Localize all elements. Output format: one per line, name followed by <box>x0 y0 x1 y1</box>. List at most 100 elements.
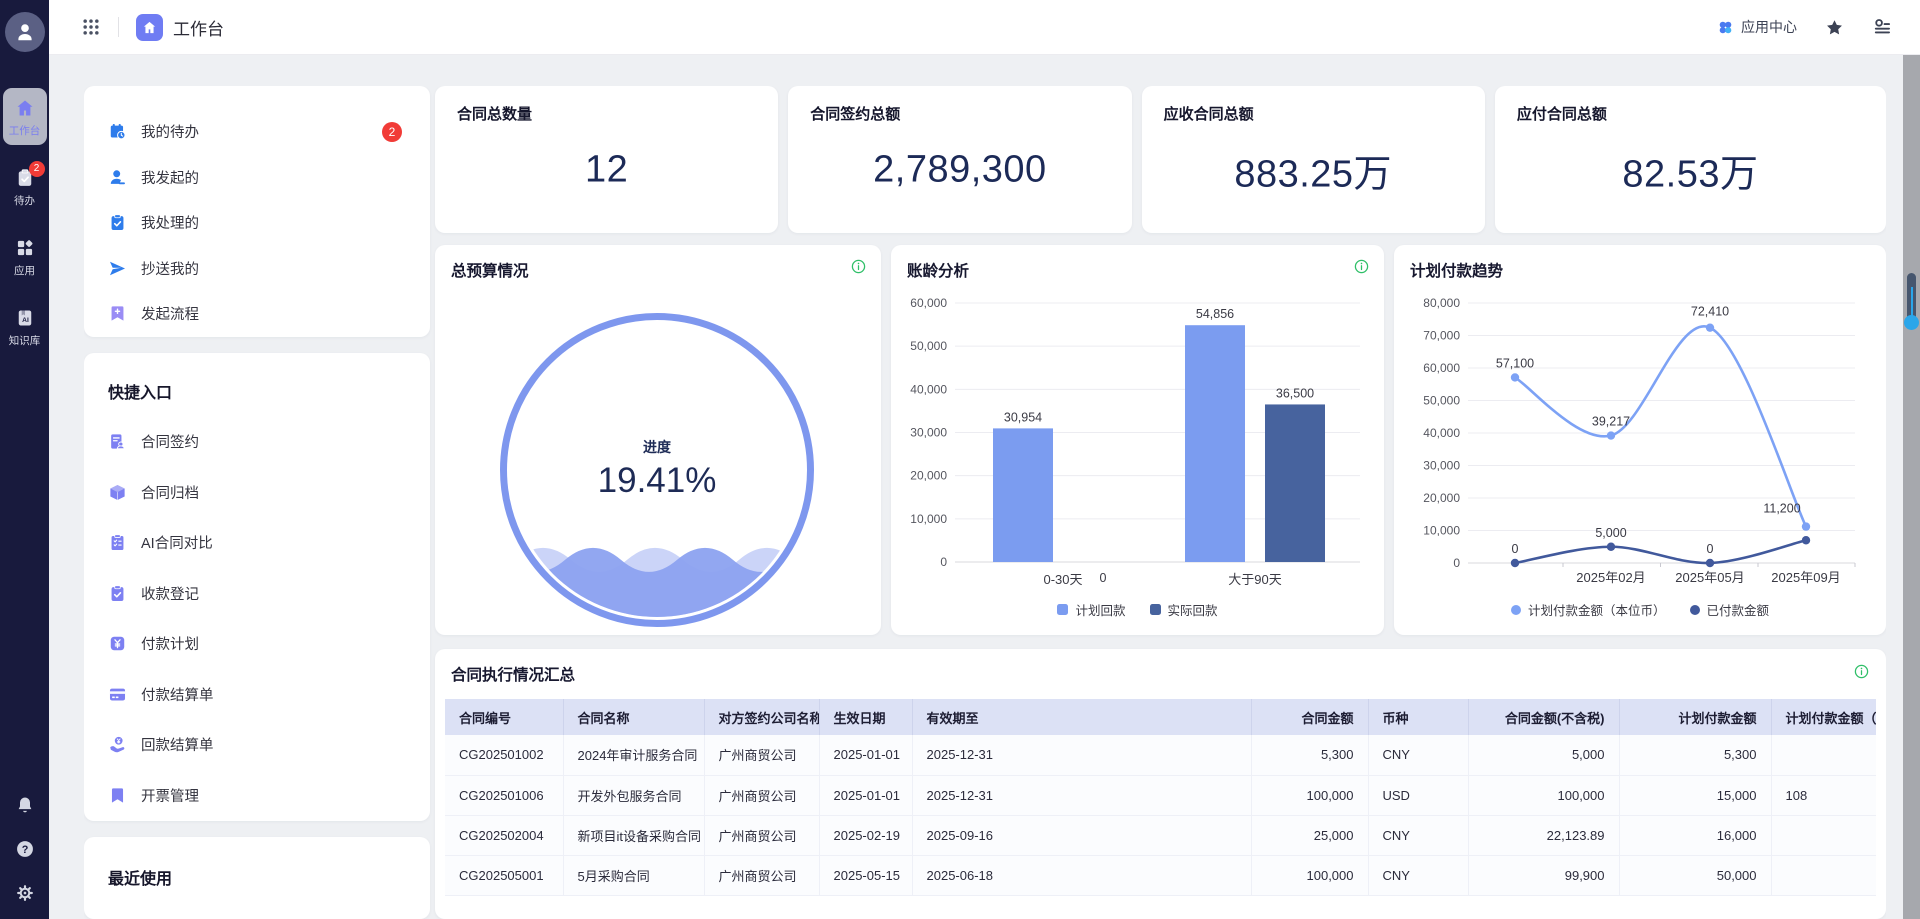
svg-text:50,000: 50,000 <box>1423 394 1460 408</box>
legend-item[interactable]: 已付款金额 <box>1690 600 1770 619</box>
menu-item-label: AI合同对比 <box>141 532 213 553</box>
rail-item-todo[interactable]: 2待办 <box>3 158 47 215</box>
svg-text:?: ? <box>21 844 28 856</box>
star-icon[interactable] <box>1825 18 1844 37</box>
table-cell: CG202501006 <box>445 775 563 815</box>
svg-text:0: 0 <box>1100 571 1107 585</box>
table-row[interactable]: CG202501006开发外包服务合同广州商贸公司2025-01-012025-… <box>445 775 1876 815</box>
gear-icon[interactable] <box>15 883 35 903</box>
table-cell: 广州商贸公司 <box>704 775 819 815</box>
table-row[interactable]: CG202502004新项目it设备采购合同广州商贸公司2025-02-1920… <box>445 815 1876 855</box>
column-header: 生效日期 <box>819 699 912 735</box>
table-cell: 广州商贸公司 <box>704 815 819 855</box>
table-cell: 5,300 <box>1619 735 1771 775</box>
table-cell: USD <box>1368 775 1468 815</box>
bookmark-plus-icon <box>108 304 127 323</box>
quick-entry-item[interactable]: 合同归档 <box>84 467 430 518</box>
app-center-button[interactable]: 应用中心 <box>1717 17 1797 37</box>
todo-menu-item[interactable]: 抄送我的 <box>84 246 430 292</box>
todo-menu-item[interactable]: 我的待办2 <box>84 109 430 155</box>
menu-item-label: 收款登记 <box>141 583 199 604</box>
page-scrollbar-thumb[interactable] <box>1903 273 1920 335</box>
table-cell: 广州商贸公司 <box>704 855 819 895</box>
stat-value: 883.25万 <box>1142 142 1485 197</box>
table-cell: CG202501002 <box>445 735 563 775</box>
table-cell: 25,000 <box>1251 815 1368 855</box>
column-header: 合同金额(不含税) <box>1468 699 1619 735</box>
clipboard-check-icon <box>108 213 127 232</box>
recent-title: 最近使用 <box>84 855 430 903</box>
quick-entry-item[interactable]: 付款结算单 <box>84 669 430 720</box>
table-cell: 22,123.89 <box>1468 815 1619 855</box>
rail-item-label: 工作台 <box>9 123 41 138</box>
table-cell: CNY <box>1368 735 1468 775</box>
bar-chart: 010,00020,00030,00040,00050,00060,0000-3… <box>907 285 1368 602</box>
todo-panel: 我的待办2 我发起的我处理的抄送我的发起流程 <box>84 86 430 337</box>
quick-entry-item[interactable]: AI合同对比 <box>84 518 430 569</box>
rail-item-knowledge[interactable]: AI知识库 <box>3 298 47 355</box>
charts-row: 总预算情况 进度19.41% 账龄分析 010,00020,00030,0004… <box>435 245 1886 635</box>
table-cell: 100,000 <box>1251 775 1368 815</box>
workspace-home-icon[interactable] <box>136 14 163 41</box>
column-header: 计划付款金额（本位币） <box>1771 699 1876 735</box>
info-icon[interactable] <box>850 258 867 275</box>
svg-text:0-30天: 0-30天 <box>1043 572 1082 587</box>
apps-launcher-icon[interactable] <box>81 17 101 37</box>
quick-entry-item[interactable]: 付款计划 <box>84 619 430 670</box>
info-icon[interactable] <box>1353 258 1370 275</box>
page-scrollbar-track[interactable] <box>1903 55 1920 919</box>
menu-item-label: 抄送我的 <box>141 258 199 279</box>
stat-value: 82.53万 <box>1495 142 1886 197</box>
svg-text:40,000: 40,000 <box>910 382 947 396</box>
table-cell: 99,900 <box>1468 855 1619 895</box>
legend-item[interactable]: 计划付款金额（本位币） <box>1511 600 1666 619</box>
left-column: 我的待办2我发起的我处理的抄送我的发起流程 快捷入口 合同签约合同归档AI合同对… <box>84 86 430 919</box>
legend-item[interactable]: 实际回款 <box>1150 600 1218 619</box>
info-icon[interactable] <box>1853 663 1870 680</box>
svg-text:11,200: 11,200 <box>1763 502 1800 516</box>
right-column: 合同总数量12合同签约总额2,789,300应收合同总额883.25万应付合同总… <box>435 86 1886 919</box>
apps-grid-icon <box>15 238 35 258</box>
table-cell: 5,300 <box>1251 735 1368 775</box>
column-header: 币种 <box>1368 699 1468 735</box>
rail-item-apps[interactable]: 应用 <box>3 228 47 285</box>
todo-menu-item[interactable]: 我处理的 <box>84 200 430 246</box>
quick-entry-item[interactable]: 开票管理 <box>84 770 430 821</box>
svg-text:20,000: 20,000 <box>910 469 947 483</box>
todo-menu-item[interactable]: 我发起的 <box>84 155 430 201</box>
svg-text:40,000: 40,000 <box>1423 426 1460 440</box>
svg-text:36,500: 36,500 <box>1276 386 1314 400</box>
question-icon[interactable]: ? <box>15 839 35 859</box>
quick-entry-item[interactable]: 回款结算单 <box>84 720 430 771</box>
line-legend: 计划付款金额（本位币） 已付款金额 <box>1394 600 1886 619</box>
credit-card-icon <box>108 685 127 704</box>
svg-text:54,856: 54,856 <box>1196 307 1234 321</box>
avatar[interactable] <box>5 12 45 52</box>
todo-menu-item[interactable]: 发起流程 <box>84 291 430 337</box>
calendar-clock-icon <box>108 122 127 141</box>
stat-card: 合同总数量 12 <box>435 86 778 233</box>
table-cell: 开发外包服务合同 <box>563 775 704 815</box>
menu-item-label: 我发起的 <box>141 167 199 188</box>
svg-text:AI: AI <box>22 317 29 324</box>
table-row[interactable]: CG2025050015月采购合同广州商贸公司2025-05-152025-06… <box>445 855 1876 895</box>
table-cell: 广州商贸公司 <box>704 735 819 775</box>
profile-settings-icon[interactable] <box>1872 17 1892 37</box>
bell-icon[interactable] <box>15 795 35 815</box>
quick-entry-item[interactable]: 合同签约 <box>84 417 430 468</box>
table-header: 合同编号合同名称对方签约公司名称生效日期有效期至合同金额币种合同金额(不含税)计… <box>445 699 1876 735</box>
quick-entry-item[interactable]: 收款登记 <box>84 568 430 619</box>
rail-item-workbench[interactable]: 工作台 <box>3 88 47 145</box>
todo-menu: 我的待办2 我发起的我处理的抄送我的发起流程 <box>84 109 430 337</box>
legend-item[interactable]: 计划回款 <box>1057 600 1125 619</box>
yen-badge-icon <box>108 634 127 653</box>
menu-item-label: 回款结算单 <box>141 734 214 755</box>
rail-item-label: 待办 <box>14 193 35 208</box>
stat-value: 12 <box>435 148 778 191</box>
page-title: 工作台 <box>173 15 224 40</box>
table-row[interactable]: CG2025010022024年审计服务合同广州商贸公司2025-01-0120… <box>445 735 1876 775</box>
menu-item-label: 我处理的 <box>141 212 199 233</box>
table-cell: 2025-01-01 <box>819 775 912 815</box>
svg-text:2025年09月: 2025年09月 <box>1771 570 1840 585</box>
stat-title: 合同总数量 <box>457 103 756 124</box>
